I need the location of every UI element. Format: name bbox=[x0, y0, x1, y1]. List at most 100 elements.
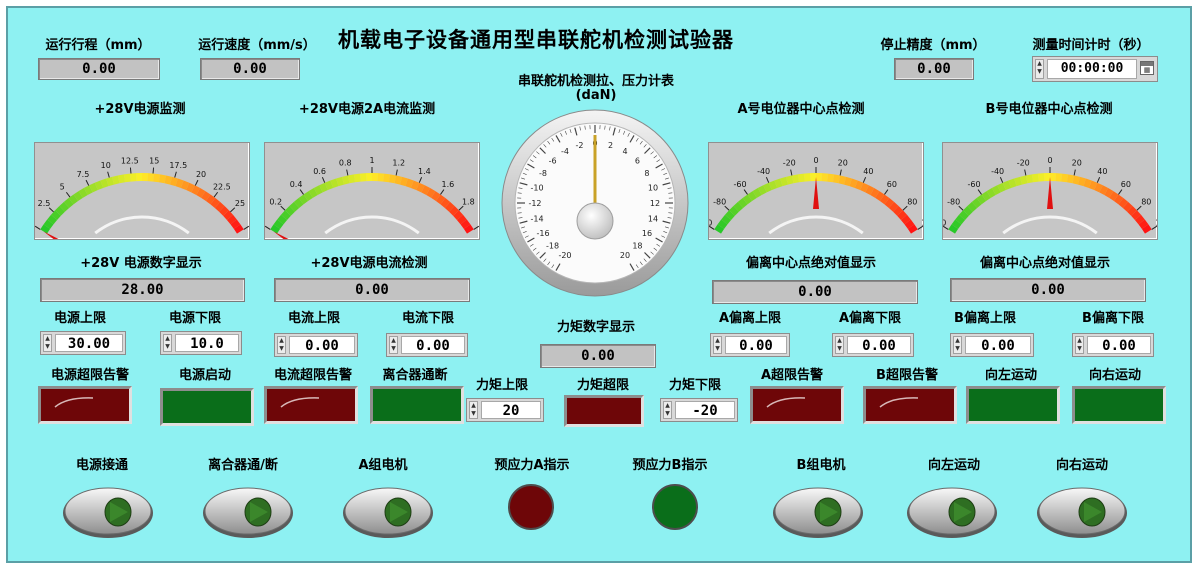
preload-b-indicator bbox=[652, 484, 698, 530]
torque-lower-label: 力矩下限 bbox=[668, 378, 722, 393]
current-detect-display: 0.00 bbox=[274, 278, 470, 302]
meter-tick-label: -80 bbox=[947, 197, 960, 206]
clutch-off-led bbox=[370, 386, 464, 424]
meter-tick-label: 1.4 bbox=[418, 167, 431, 176]
meter-tick-label: 0.4 bbox=[290, 180, 303, 189]
pot-a-meter: -100 -80 -60 -40 -20 0 20 40 60 80 100 bbox=[694, 142, 936, 240]
motor-a-label: A组电机 bbox=[358, 458, 408, 473]
timer-value[interactable]: 00:00:00 bbox=[1047, 59, 1137, 79]
current-lower-label: 电流下限 bbox=[401, 311, 455, 326]
a-upper-input[interactable]: 0.00 bbox=[725, 336, 787, 354]
page-title: 机载电子设备通用型串联舵机检测试验器 bbox=[338, 27, 734, 52]
force-gauge-title: 串联舵机检测拉、压力计表 bbox=[517, 74, 675, 89]
calendar-icon[interactable]: ▦ bbox=[1140, 61, 1154, 75]
meter-tick-label: 17.5 bbox=[169, 161, 187, 170]
power-upper-control[interactable]: ▲ ▼ 30.00 bbox=[40, 331, 126, 355]
meter-tick-label: 7.5 bbox=[77, 170, 90, 179]
torque-lower-input[interactable]: -20 bbox=[675, 401, 735, 419]
speed-display: 0.00 bbox=[200, 58, 300, 80]
meter-tick-label: 0.8 bbox=[339, 159, 352, 168]
a-lower-input[interactable]: 0.00 bbox=[847, 336, 911, 354]
a-lower-control[interactable]: ▲ ▼ 0.00 bbox=[832, 333, 914, 357]
power-lower-input[interactable]: 10.0 bbox=[175, 334, 239, 352]
current-alarm-led bbox=[264, 386, 358, 424]
b-upper-control[interactable]: ▲ ▼ 0.00 bbox=[950, 333, 1034, 357]
power-upper-input[interactable]: 30.00 bbox=[55, 334, 123, 352]
a-alarm-label: A超限告警 bbox=[760, 368, 824, 383]
gauge-tick-label: 10 bbox=[648, 183, 658, 192]
gauge-tick-label: 12 bbox=[650, 199, 660, 208]
timer-control[interactable]: ▲ ▼ 00:00:00 ▦ bbox=[1032, 56, 1158, 82]
current-lower-input[interactable]: 0.00 bbox=[401, 336, 465, 354]
meter-tick bbox=[724, 205, 730, 211]
meter-tick bbox=[48, 207, 54, 213]
meter-tick bbox=[213, 191, 219, 198]
meter-tick-label: 0.2 bbox=[269, 197, 282, 206]
preload-a-indicator bbox=[508, 484, 554, 530]
meter-tick-label: -20 bbox=[1017, 159, 1030, 168]
b-upper-input[interactable]: 0.00 bbox=[965, 336, 1031, 354]
current-upper-input[interactable]: 0.00 bbox=[289, 336, 355, 354]
test-panel: 运行行程（mm） 0.00 运行速度（mm/s） 0.00 机载电子设备通用型串… bbox=[6, 6, 1192, 563]
meter-tick-label: 0.6 bbox=[313, 167, 326, 176]
meter-tick-label: 20 bbox=[838, 159, 848, 168]
current-lower-control[interactable]: ▲ ▼ 0.00 bbox=[386, 333, 468, 357]
right-button[interactable] bbox=[1034, 482, 1130, 544]
motor-a-button[interactable] bbox=[340, 482, 436, 544]
meter-tick bbox=[174, 171, 177, 178]
meter-tick-label: 80 bbox=[907, 197, 917, 206]
meter-needle bbox=[813, 177, 819, 209]
meter-tick bbox=[884, 189, 889, 195]
meter-tick-label: 60 bbox=[1121, 180, 1131, 189]
b-lower-control[interactable]: ▲ ▼ 0.00 bbox=[1072, 333, 1154, 357]
meter-tick bbox=[280, 205, 286, 211]
meter-tick-label: -40 bbox=[757, 167, 770, 176]
torque-over-led bbox=[564, 395, 644, 427]
meter-tick bbox=[440, 189, 445, 195]
pot-b-meter: -100 -80 -60 -40 -20 0 20 40 60 80 100 bbox=[928, 142, 1170, 240]
b-lower-input[interactable]: 0.00 bbox=[1087, 336, 1151, 354]
meter-tick-label: 1.2 bbox=[392, 159, 405, 168]
torque-lower-control[interactable]: ▲ ▼ -20 bbox=[660, 398, 738, 422]
meter-tick-label: 25 bbox=[235, 199, 245, 208]
a-upper-control[interactable]: ▲ ▼ 0.00 bbox=[710, 333, 790, 357]
current-upper-control[interactable]: ▲ ▼ 0.00 bbox=[274, 333, 358, 357]
a-lower-label: A偏离下限 bbox=[838, 311, 902, 326]
b-upper-label: B偏离上限 bbox=[954, 311, 1016, 326]
meter-tick bbox=[107, 171, 110, 178]
torque-upper-control[interactable]: ▲ ▼ 20 bbox=[466, 398, 544, 422]
meter-tick-label: 80 bbox=[1141, 197, 1151, 206]
meter-tick-label: 5 bbox=[60, 183, 65, 192]
gauge-tick-label: -12 bbox=[528, 199, 541, 208]
meter-tick-label: -60 bbox=[968, 180, 981, 189]
clutch-button[interactable] bbox=[200, 482, 296, 544]
gauge-tick-label: 8 bbox=[644, 169, 649, 178]
meter-tick-label: -20 bbox=[783, 159, 796, 168]
meter-tick bbox=[395, 169, 398, 176]
torque-upper-label: 力矩上限 bbox=[475, 378, 529, 393]
preload-b-label: 预应力B指示 bbox=[632, 458, 708, 473]
left-button[interactable] bbox=[904, 482, 1000, 544]
power-lower-control[interactable]: ▲ ▼ 10.0 bbox=[160, 331, 242, 355]
power-lower-label: 电源下限 bbox=[168, 311, 222, 326]
a-deviation-label: 偏离中心点绝对值显示 bbox=[745, 256, 877, 271]
meter-tick bbox=[243, 225, 250, 230]
meter-tick-label: -80 bbox=[713, 197, 726, 206]
torque-over-label: 力矩超限 bbox=[576, 378, 630, 393]
gauge-tick-label: 4 bbox=[622, 147, 627, 156]
meter-tick-label: 1.6 bbox=[442, 180, 455, 189]
meter-tick bbox=[1073, 169, 1076, 176]
meter-tick bbox=[1024, 169, 1027, 176]
meter-tick bbox=[790, 169, 793, 176]
motor-b-button[interactable] bbox=[770, 482, 866, 544]
meter-tick bbox=[839, 169, 842, 176]
meter-tick bbox=[1118, 189, 1123, 195]
torque-upper-input[interactable]: 20 bbox=[481, 401, 541, 419]
meter-tick bbox=[765, 176, 770, 183]
power-meter: 02.557.51012.51517.52022.52530 bbox=[27, 142, 260, 252]
motor-b-label: B组电机 bbox=[796, 458, 846, 473]
meter-tick bbox=[34, 225, 41, 230]
power-on-button[interactable] bbox=[60, 482, 156, 544]
left-label: 向左运动 bbox=[927, 458, 981, 473]
meter-tick-label: 20 bbox=[196, 170, 206, 179]
